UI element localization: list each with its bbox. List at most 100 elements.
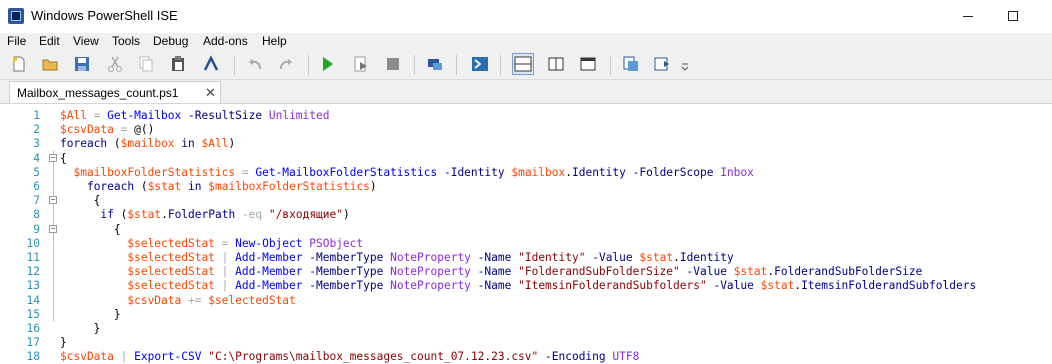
code-line[interactable]: 4−{	[0, 152, 1052, 166]
undo-icon[interactable]	[246, 55, 264, 73]
minimize-icon	[963, 15, 973, 17]
code-token: NoteProperty	[390, 279, 471, 293]
menu-view[interactable]: View	[73, 34, 99, 48]
code-token: foreach	[60, 137, 108, 151]
script-pane-maximized-icon[interactable]	[579, 55, 597, 73]
collapse-icon[interactable]: −	[49, 153, 57, 162]
stop-icon[interactable]	[384, 55, 402, 73]
code-line[interactable]: 11 $selectedStat | Add-Member -MemberTyp…	[0, 251, 1052, 265]
toolbar-separator	[414, 55, 415, 75]
code-line[interactable]: 9− {	[0, 223, 1052, 237]
run-script-icon[interactable]	[318, 55, 336, 73]
open-icon[interactable]	[41, 55, 59, 73]
paste-icon[interactable]	[169, 55, 187, 73]
code-token: -Name	[477, 251, 512, 264]
code-token: $stat	[147, 180, 182, 193]
code-line[interactable]: 7− {	[0, 194, 1052, 208]
code-line[interactable]: 18 $csvData | Export-CSV "C:\Programs\mai…	[0, 350, 1052, 364]
code-token: NoteProperty	[390, 251, 471, 264]
code-line[interactable]: 15 }	[0, 308, 1052, 322]
code-line[interactable]: 6 foreach ($stat in $mailboxFolderStatis…	[0, 180, 1052, 194]
script-pane-right-icon[interactable]	[547, 55, 565, 73]
code-token: $mailboxFolderStatistics	[208, 180, 370, 193]
code-token: Export-CSV	[134, 350, 202, 364]
line-number: 17	[26, 336, 40, 350]
overflow-icon[interactable]	[680, 55, 690, 73]
menu-edit[interactable]: Edit	[39, 34, 60, 48]
new-icon[interactable]	[10, 55, 28, 73]
code-line[interactable]: 8 if ($stat.FolderPath -eq "/входящие")	[0, 208, 1052, 222]
code-line[interactable]: 12 $selectedStat | Add-Member -MemberTyp…	[0, 265, 1052, 279]
collapse-icon[interactable]: −	[49, 196, 57, 205]
powershell-icon[interactable]	[471, 55, 489, 73]
run-remote-icon[interactable]	[202, 55, 220, 73]
code-text: }	[60, 322, 101, 336]
menu-tools[interactable]: Tools	[112, 34, 140, 48]
redo-icon[interactable]	[277, 55, 295, 73]
line-number: 6	[33, 180, 40, 193]
code-line[interactable]: 5 $mailboxFolderStatistics = Get-Mailbox…	[0, 166, 1052, 180]
code-token: Identity	[679, 251, 734, 264]
new-remote-tab-icon[interactable]	[426, 55, 444, 73]
menu-debug[interactable]: Debug	[153, 34, 188, 48]
code-line[interactable]: 2 $csvData = @()	[0, 123, 1052, 137]
save-icon[interactable]	[73, 55, 91, 73]
code-token: FolderandSubFolderSize	[774, 265, 923, 279]
code-text: $selectedStat | Add-Member -MemberType N…	[60, 279, 976, 293]
menu-file[interactable]: File	[7, 34, 26, 48]
code-token: in	[188, 180, 202, 193]
code-line[interactable]: 3 foreach ($mailbox in $All)	[0, 137, 1052, 151]
code-token: -Value	[686, 265, 727, 279]
code-token: in	[181, 137, 195, 151]
menu-addons[interactable]: Add-ons	[203, 34, 248, 48]
line-number: 14	[26, 293, 40, 307]
line-number: 11	[26, 251, 40, 264]
script-pane-top-icon[interactable]	[512, 53, 534, 75]
code-token: .	[565, 165, 572, 179]
cut-icon[interactable]	[106, 55, 124, 73]
menu-help[interactable]: Help	[262, 34, 287, 48]
show-addon-icon[interactable]	[653, 55, 671, 73]
code-token: -Value	[592, 251, 633, 264]
code-token: -FolderScope	[632, 165, 714, 179]
show-commands-icon[interactable]	[622, 55, 640, 73]
toolbar	[0, 50, 1052, 80]
code-line[interactable]: 14 $csvData += $selectedStat	[0, 294, 1052, 308]
code-token: $stat	[639, 251, 674, 264]
maximize-button[interactable]	[990, 0, 1036, 32]
code-token: {	[60, 194, 101, 208]
close-icon[interactable]: ✕	[205, 85, 216, 101]
toolbar-separator	[610, 55, 611, 75]
line-number: 18	[26, 350, 40, 364]
code-token: "Identity"	[518, 251, 586, 264]
code-token: Add-Member	[235, 251, 303, 264]
code-token: $selectedStat	[208, 293, 296, 307]
code-token: $mailbox	[120, 137, 175, 151]
script-editor[interactable]: 1 $All = Get-Mailbox -ResultSize Unlimite…	[0, 103, 1052, 363]
run-selection-icon[interactable]	[352, 55, 370, 73]
code-token: -Value	[713, 279, 754, 293]
tab-script-file[interactable]: Mailbox_messages_count.ps1 ✕	[9, 81, 221, 103]
code-token: -Name	[477, 279, 512, 293]
code-line[interactable]: 17}	[0, 336, 1052, 350]
code-token: "FolderandSubFolderSize"	[518, 265, 680, 279]
code-token: Get-MailboxFolderStatistics	[255, 165, 438, 179]
code-token: .	[161, 208, 168, 222]
code-line[interactable]: 1 $All = Get-Mailbox -ResultSize Unlimite…	[0, 109, 1052, 123]
code-token: FolderPath	[167, 208, 236, 222]
code-line[interactable]: 16 }	[0, 322, 1052, 336]
code-token: =	[86, 109, 108, 122]
line-number: 5	[33, 165, 40, 179]
collapse-icon[interactable]: −	[49, 224, 57, 233]
code-line[interactable]: 10 $selectedStat = New-Object PSObject	[0, 237, 1052, 251]
code-token: -MemberType	[309, 279, 384, 293]
copy-icon[interactable]	[137, 55, 155, 73]
code-line[interactable]: 13 $selectedStat | Add-Member -MemberTyp…	[0, 279, 1052, 293]
minimize-button[interactable]	[945, 0, 991, 32]
code-text: $csvData = @()	[60, 123, 154, 137]
